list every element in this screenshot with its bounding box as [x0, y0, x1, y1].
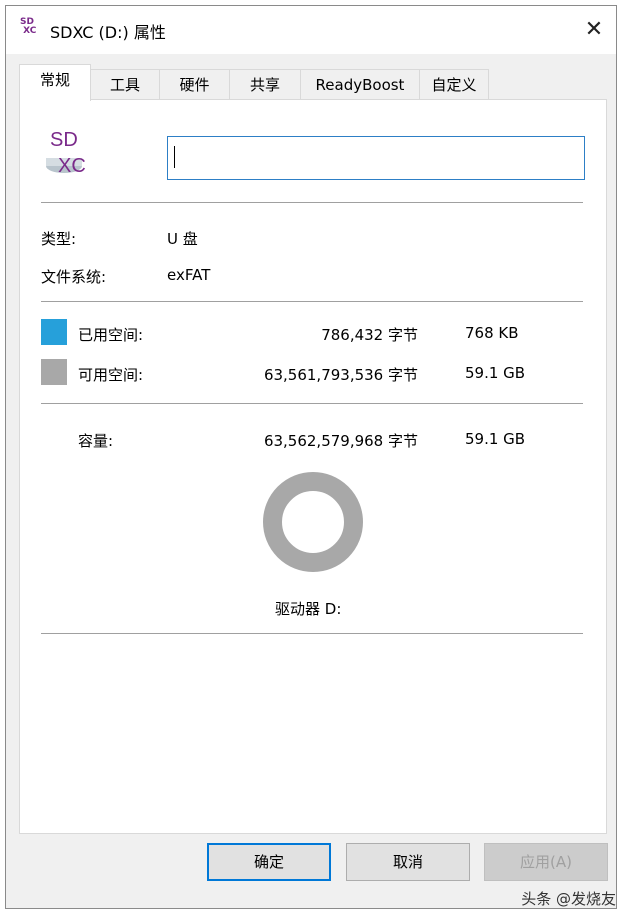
free-space-size: 59.1 GB [465, 364, 526, 382]
filesystem-value: exFAT [167, 266, 211, 284]
divider [41, 202, 583, 203]
tab-readyboost[interactable]: ReadyBoost [300, 69, 420, 100]
type-label: 类型: [41, 230, 77, 248]
used-space-bytes: 786,432 字节 [321, 326, 418, 344]
tab-tools[interactable]: 工具 [90, 69, 160, 100]
divider [41, 633, 583, 634]
tab-customize[interactable]: 自定义 [419, 69, 489, 100]
used-space-size: 768 KB [465, 324, 519, 342]
ok-button[interactable]: 确定 [207, 843, 331, 881]
text-caret [174, 146, 175, 168]
type-value: U 盘 [167, 230, 198, 248]
drive-label: 驱动器 D: [275, 600, 342, 618]
used-space-swatch [41, 319, 67, 345]
tab-sharing[interactable]: 共享 [229, 69, 301, 100]
used-space-label: 已用空间: [78, 326, 144, 344]
divider [41, 403, 583, 404]
window-title: SDXC (D:) 属性 [50, 23, 166, 42]
properties-dialog: SD XC SDXC (D:) 属性 ✕ 常规 工具 硬件 共享 ReadyBo… [5, 5, 617, 909]
svg-text:SD: SD [50, 129, 78, 151]
title-bar: SD XC SDXC (D:) 属性 ✕ [6, 6, 616, 54]
filesystem-label: 文件系统: [41, 268, 107, 286]
drive-name-input[interactable] [167, 136, 585, 180]
capacity-label: 容量: [78, 432, 114, 450]
tab-hardware[interactable]: 硬件 [159, 69, 230, 100]
sdxc-drive-icon: SD XC [20, 17, 37, 36]
watermark: 头条 @发烧友 [521, 890, 616, 908]
close-button[interactable]: ✕ [578, 14, 610, 46]
cancel-button[interactable]: 取消 [346, 843, 470, 881]
svg-text:XC: XC [58, 155, 86, 177]
free-space-label: 可用空间: [78, 366, 144, 384]
drive-icon: SD XC [46, 129, 86, 177]
free-space-swatch [41, 359, 67, 385]
apply-button[interactable]: 应用(A) [484, 843, 608, 881]
free-space-bytes: 63,561,793,536 字节 [263, 366, 418, 384]
divider [41, 301, 583, 302]
tab-general[interactable]: 常规 [19, 64, 91, 101]
usage-donut-chart [263, 472, 363, 572]
capacity-bytes: 63,562,579,968 字节 [263, 432, 418, 450]
capacity-size: 59.1 GB [465, 430, 526, 448]
general-panel: SD XC 类型: U 盘 文件系统: exFAT 已用空间: 786,432 … [19, 99, 607, 834]
